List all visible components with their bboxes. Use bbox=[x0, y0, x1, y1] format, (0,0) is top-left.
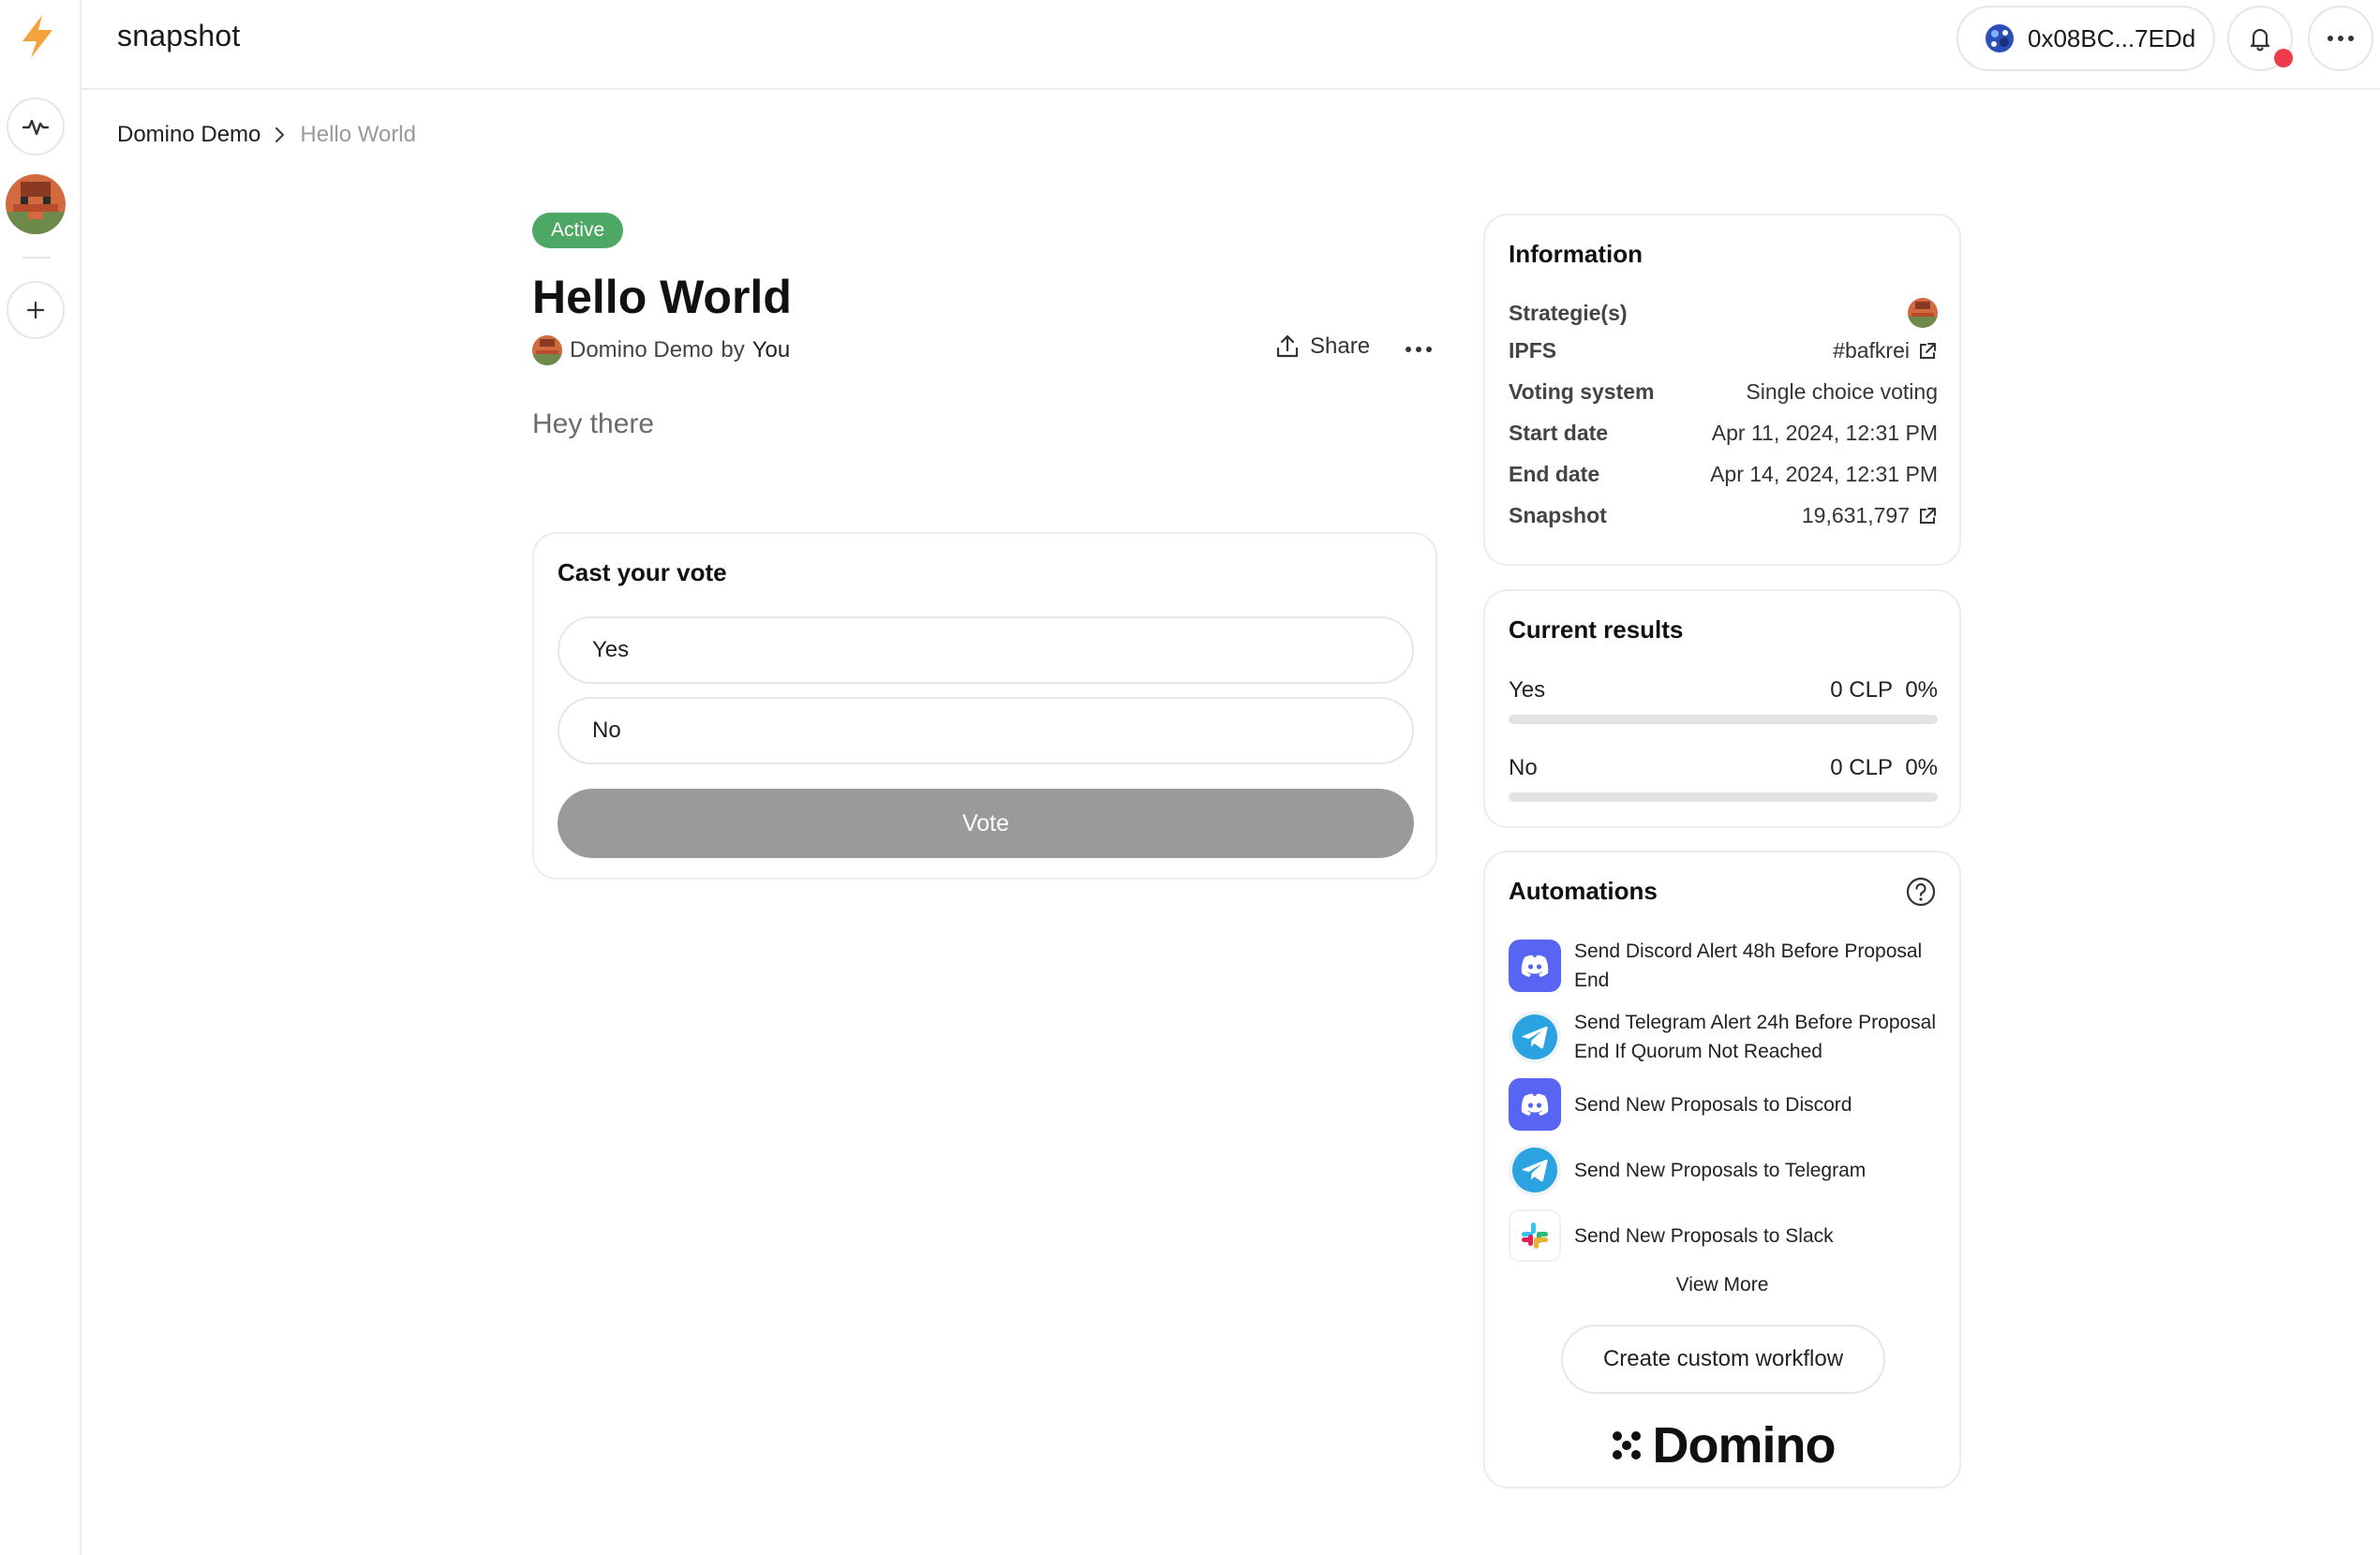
info-row-ipfs: IPFS #bafkrei bbox=[1509, 338, 1938, 363]
proposal-menu-button[interactable] bbox=[1400, 335, 1437, 363]
info-value: Single choice voting bbox=[1746, 379, 1938, 404]
top-header: snapshot 0x08BC...7EDd bbox=[82, 0, 2380, 90]
info-value: Apr 11, 2024, 12:31 PM bbox=[1711, 421, 1938, 445]
choice-yes[interactable]: Yes bbox=[558, 616, 1414, 684]
space-avatar-domino-demo[interactable] bbox=[6, 174, 66, 234]
info-row-end-date: End date Apr 14, 2024, 12:31 PM bbox=[1509, 462, 1938, 487]
strategy-avatar-icon bbox=[1908, 298, 1938, 328]
help-circle-icon[interactable] bbox=[1905, 876, 1937, 912]
breadcrumb: Domino Demo Hello World bbox=[117, 122, 416, 148]
breadcrumb-space-link[interactable]: Domino Demo bbox=[117, 122, 260, 148]
author-space-link[interactable]: Domino Demo bbox=[570, 337, 713, 363]
automation-item[interactable]: Send Discord Alert 48h Before Proposal E… bbox=[1509, 937, 1938, 995]
activity-button[interactable] bbox=[7, 97, 65, 156]
proposal-title: Hello World bbox=[532, 271, 792, 323]
cast-vote-title: Cast your vote bbox=[558, 558, 727, 586]
result-value: 0 CLP 0% bbox=[1830, 755, 1938, 780]
external-link-icon bbox=[1920, 342, 1936, 359]
info-label: Voting system bbox=[1509, 379, 1655, 404]
info-value: Apr 14, 2024, 12:31 PM bbox=[1710, 462, 1938, 486]
proposal-author: Domino Demo by You bbox=[532, 335, 790, 365]
wallet-avatar-icon bbox=[1986, 24, 2014, 52]
info-label: Snapshot bbox=[1509, 503, 1607, 527]
automation-item[interactable]: Send New Proposals to Slack bbox=[1509, 1209, 1938, 1262]
info-value: #bafkrei bbox=[1833, 338, 1910, 363]
info-row-start-date: Start date Apr 11, 2024, 12:31 PM bbox=[1509, 421, 1938, 446]
status-badge: Active bbox=[532, 213, 624, 248]
result-value: 0 CLP 0% bbox=[1830, 677, 1938, 703]
results-title: Current results bbox=[1509, 615, 1684, 644]
more-menu-button[interactable] bbox=[2308, 6, 2373, 71]
info-label: End date bbox=[1509, 462, 1600, 486]
breadcrumb-current: Hello World bbox=[300, 122, 416, 147]
brand-title[interactable]: snapshot bbox=[117, 19, 240, 53]
author-by-text: by bbox=[721, 337, 745, 363]
automations-title: Automations bbox=[1509, 877, 1658, 905]
info-value[interactable] bbox=[1908, 298, 1938, 328]
info-row-snapshot: Snapshot 19,631,797 bbox=[1509, 503, 1938, 528]
account-address: 0x08BC...7EDd bbox=[2028, 23, 2196, 52]
left-rail bbox=[0, 0, 82, 1555]
info-label: IPFS bbox=[1509, 338, 1557, 363]
result-label: Yes bbox=[1509, 677, 1546, 703]
ipfs-link[interactable]: #bafkrei bbox=[1833, 338, 1938, 363]
external-link-icon bbox=[1920, 507, 1936, 524]
info-label: Strategie(s) bbox=[1509, 300, 1628, 325]
info-row-strategies: Strategie(s) bbox=[1509, 298, 1938, 328]
information-title: Information bbox=[1509, 240, 1643, 268]
automation-item[interactable]: Send New Proposals to Discord bbox=[1509, 1078, 1938, 1131]
automation-label: Send New Proposals to Slack bbox=[1574, 1224, 1834, 1247]
automation-label: Send Telegram Alert 24h Before Proposal … bbox=[1574, 1012, 1937, 1062]
information-card: Information Strategie(s) IPFS #bafkrei V… bbox=[1483, 214, 1961, 566]
author-link[interactable]: You bbox=[752, 337, 791, 363]
domino-logo: Domino bbox=[1485, 1416, 1959, 1474]
info-value: 19,631,797 bbox=[1801, 503, 1910, 527]
plus-icon bbox=[26, 301, 45, 319]
share-label: Share bbox=[1310, 333, 1371, 359]
snapshot-logo-icon[interactable] bbox=[17, 13, 58, 60]
snapshot-block-link[interactable]: 19,631,797 bbox=[1802, 503, 1938, 528]
chevron-right-icon bbox=[275, 126, 285, 143]
proposal-body: Hey there bbox=[532, 408, 655, 439]
current-results-card: Current results Yes 0 CLP 0% No 0 CLP 0% bbox=[1483, 589, 1961, 828]
create-space-button[interactable] bbox=[7, 281, 65, 339]
info-row-voting-system: Voting system Single choice voting bbox=[1509, 379, 1938, 405]
slack-icon bbox=[1509, 1209, 1561, 1262]
discord-icon bbox=[1509, 940, 1561, 992]
automations-card: Automations Send Discord Alert 48h Befor… bbox=[1483, 851, 1961, 1488]
more-horizontal-icon bbox=[2328, 36, 2354, 41]
automation-item[interactable]: Send Telegram Alert 24h Before Proposal … bbox=[1509, 1008, 1938, 1066]
result-row-yes: Yes 0 CLP 0% bbox=[1509, 677, 1938, 703]
automation-label: Send Discord Alert 48h Before Proposal E… bbox=[1574, 940, 1923, 991]
result-bar-yes bbox=[1509, 715, 1938, 724]
share-icon bbox=[1276, 334, 1299, 358]
telegram-icon bbox=[1509, 1144, 1561, 1196]
share-button[interactable]: Share bbox=[1274, 333, 1370, 360]
notifications-button[interactable] bbox=[2227, 6, 2293, 71]
result-bar-no bbox=[1509, 792, 1938, 802]
choice-no[interactable]: No bbox=[558, 697, 1414, 764]
vote-button[interactable]: Vote bbox=[558, 789, 1414, 858]
more-horizontal-icon bbox=[1406, 347, 1432, 352]
result-row-no: No 0 CLP 0% bbox=[1509, 755, 1938, 781]
space-avatar bbox=[532, 335, 562, 365]
account-button[interactable]: 0x08BC...7EDd bbox=[1956, 6, 2215, 71]
domino-mark-icon bbox=[1612, 1431, 1641, 1459]
activity-icon bbox=[22, 119, 50, 136]
automation-label: Send New Proposals to Discord bbox=[1574, 1093, 1852, 1116]
discord-icon bbox=[1509, 1078, 1561, 1131]
view-more-link[interactable]: View More bbox=[1485, 1274, 1959, 1296]
notification-badge bbox=[2274, 49, 2293, 67]
create-custom-workflow-button[interactable]: Create custom workflow bbox=[1561, 1325, 1885, 1394]
info-label: Start date bbox=[1509, 421, 1609, 445]
result-label: No bbox=[1509, 755, 1538, 780]
rail-divider bbox=[22, 257, 51, 259]
automation-item[interactable]: Send New Proposals to Telegram bbox=[1509, 1144, 1938, 1196]
domino-wordmark: Domino bbox=[1652, 1417, 1837, 1474]
automation-label: Send New Proposals to Telegram bbox=[1574, 1159, 1867, 1181]
cast-vote-card: Cast your vote Yes No Vote bbox=[532, 532, 1437, 880]
bell-icon bbox=[2250, 28, 2270, 52]
telegram-icon bbox=[1509, 1011, 1561, 1063]
